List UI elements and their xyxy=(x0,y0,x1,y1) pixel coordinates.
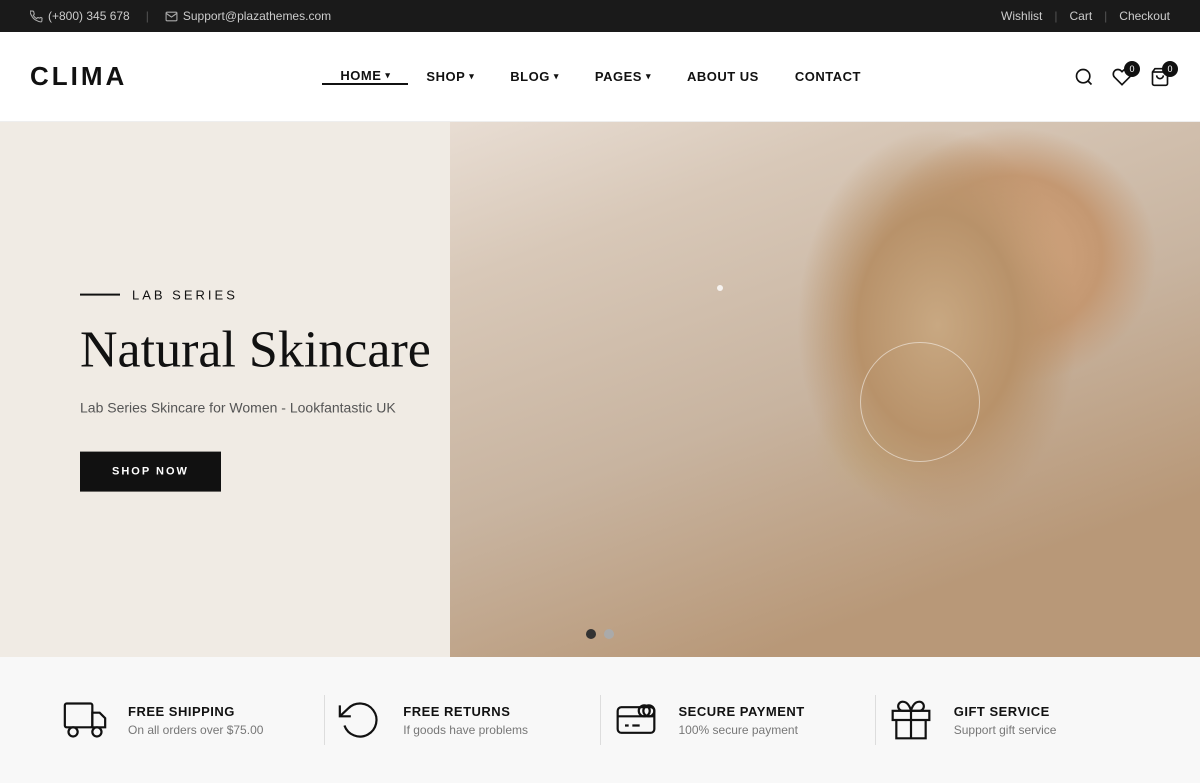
logo[interactable]: CLIMA xyxy=(30,61,127,92)
hero-figure xyxy=(450,122,1200,657)
feature-returns-text: FREE RETURNS If goods have problems xyxy=(403,704,528,737)
nav-contact[interactable]: CONTACT xyxy=(777,69,879,84)
hero-subtitle: Lab Series Skincare for Women - Lookfant… xyxy=(80,400,431,416)
nav-blog[interactable]: BLOG ▾ xyxy=(492,69,577,84)
nav-about[interactable]: ABOUT US xyxy=(669,69,777,84)
nav-pages[interactable]: PAGES ▾ xyxy=(577,69,669,84)
cart-link[interactable]: Cart xyxy=(1070,9,1093,23)
top-bar-left: (+800) 345 678 | Support@plazathemes.com xyxy=(30,9,331,23)
feature-payment-desc: 100% secure payment xyxy=(679,723,805,737)
wishlist-button[interactable]: 0 xyxy=(1112,67,1132,87)
email-address: Support@plazathemes.com xyxy=(183,9,331,23)
slider-dot-1[interactable] xyxy=(586,629,596,639)
top-bar: (+800) 345 678 | Support@plazathemes.com… xyxy=(0,0,1200,32)
hero-line-decoration xyxy=(80,294,120,296)
feature-gift-text: GIFT SERVICE Support gift service xyxy=(954,704,1057,737)
hero-section: LAB SERIES Natural Skincare Lab Series S… xyxy=(0,122,1200,657)
search-button[interactable] xyxy=(1074,67,1094,87)
hero-series-label: LAB SERIES xyxy=(132,287,238,302)
chevron-icon: ▾ xyxy=(646,71,651,82)
feature-separator-2 xyxy=(600,695,601,745)
hero-circle-decoration xyxy=(860,342,980,462)
truck-icon xyxy=(60,695,110,745)
checkout-link[interactable]: Checkout xyxy=(1119,9,1170,23)
cart-badge: 0 xyxy=(1162,61,1178,77)
feature-returns-desc: If goods have problems xyxy=(403,723,528,737)
cart-button[interactable]: 0 xyxy=(1150,67,1170,87)
feature-payment: SECURE PAYMENT 100% secure payment xyxy=(611,695,865,745)
feature-returns-title: FREE RETURNS xyxy=(403,704,528,719)
feature-shipping-text: FREE SHIPPING On all orders over $75.00 xyxy=(128,704,263,737)
hero-title: Natural Skincare xyxy=(80,320,431,380)
feature-shipping: FREE SHIPPING On all orders over $75.00 xyxy=(60,695,314,745)
feature-shipping-title: FREE SHIPPING xyxy=(128,704,263,719)
nav-home[interactable]: HOME ▾ xyxy=(322,68,408,85)
feature-gift: GIFT SERVICE Support gift service xyxy=(886,695,1140,745)
hero-dot-decoration xyxy=(717,285,723,291)
separator-3: | xyxy=(1104,9,1107,23)
feature-payment-text: SECURE PAYMENT 100% secure payment xyxy=(679,704,805,737)
feature-shipping-desc: On all orders over $75.00 xyxy=(128,723,263,737)
feature-gift-desc: Support gift service xyxy=(954,723,1057,737)
wishlist-badge: 0 xyxy=(1124,61,1140,77)
features-bar: FREE SHIPPING On all orders over $75.00 … xyxy=(0,657,1200,783)
top-bar-right: Wishlist | Cart | Checkout xyxy=(1001,9,1170,23)
hero-content: LAB SERIES Natural Skincare Lab Series S… xyxy=(80,287,431,492)
phone-number: (+800) 345 678 xyxy=(48,9,130,23)
slider-dot-2[interactable] xyxy=(604,629,614,639)
nav-shop[interactable]: SHOP ▾ xyxy=(408,69,492,84)
feature-gift-title: GIFT SERVICE xyxy=(954,704,1057,719)
header-icons: 0 0 xyxy=(1074,67,1170,87)
feature-returns: FREE RETURNS If goods have problems xyxy=(335,695,589,745)
feature-payment-title: SECURE PAYMENT xyxy=(679,704,805,719)
payment-icon xyxy=(611,695,661,745)
wishlist-link[interactable]: Wishlist xyxy=(1001,9,1042,23)
gift-icon xyxy=(886,695,936,745)
chevron-icon: ▾ xyxy=(469,71,474,82)
shop-now-button[interactable]: SHOP NOW xyxy=(80,452,221,492)
phone-info: (+800) 345 678 xyxy=(30,9,130,23)
feature-separator-1 xyxy=(324,695,325,745)
header: CLIMA HOME ▾ SHOP ▾ BLOG ▾ PAGES ▾ ABOUT… xyxy=(0,32,1200,122)
main-nav: HOME ▾ SHOP ▾ BLOG ▾ PAGES ▾ ABOUT US CO… xyxy=(322,68,879,85)
email-info: Support@plazathemes.com xyxy=(165,9,331,23)
returns-icon xyxy=(335,695,385,745)
separator-1: | xyxy=(146,9,149,23)
hero-label: LAB SERIES xyxy=(80,287,431,302)
chevron-icon: ▾ xyxy=(385,70,390,81)
slider-dots xyxy=(586,629,614,639)
chevron-icon: ▾ xyxy=(554,71,559,82)
feature-separator-3 xyxy=(875,695,876,745)
separator-2: | xyxy=(1054,9,1057,23)
